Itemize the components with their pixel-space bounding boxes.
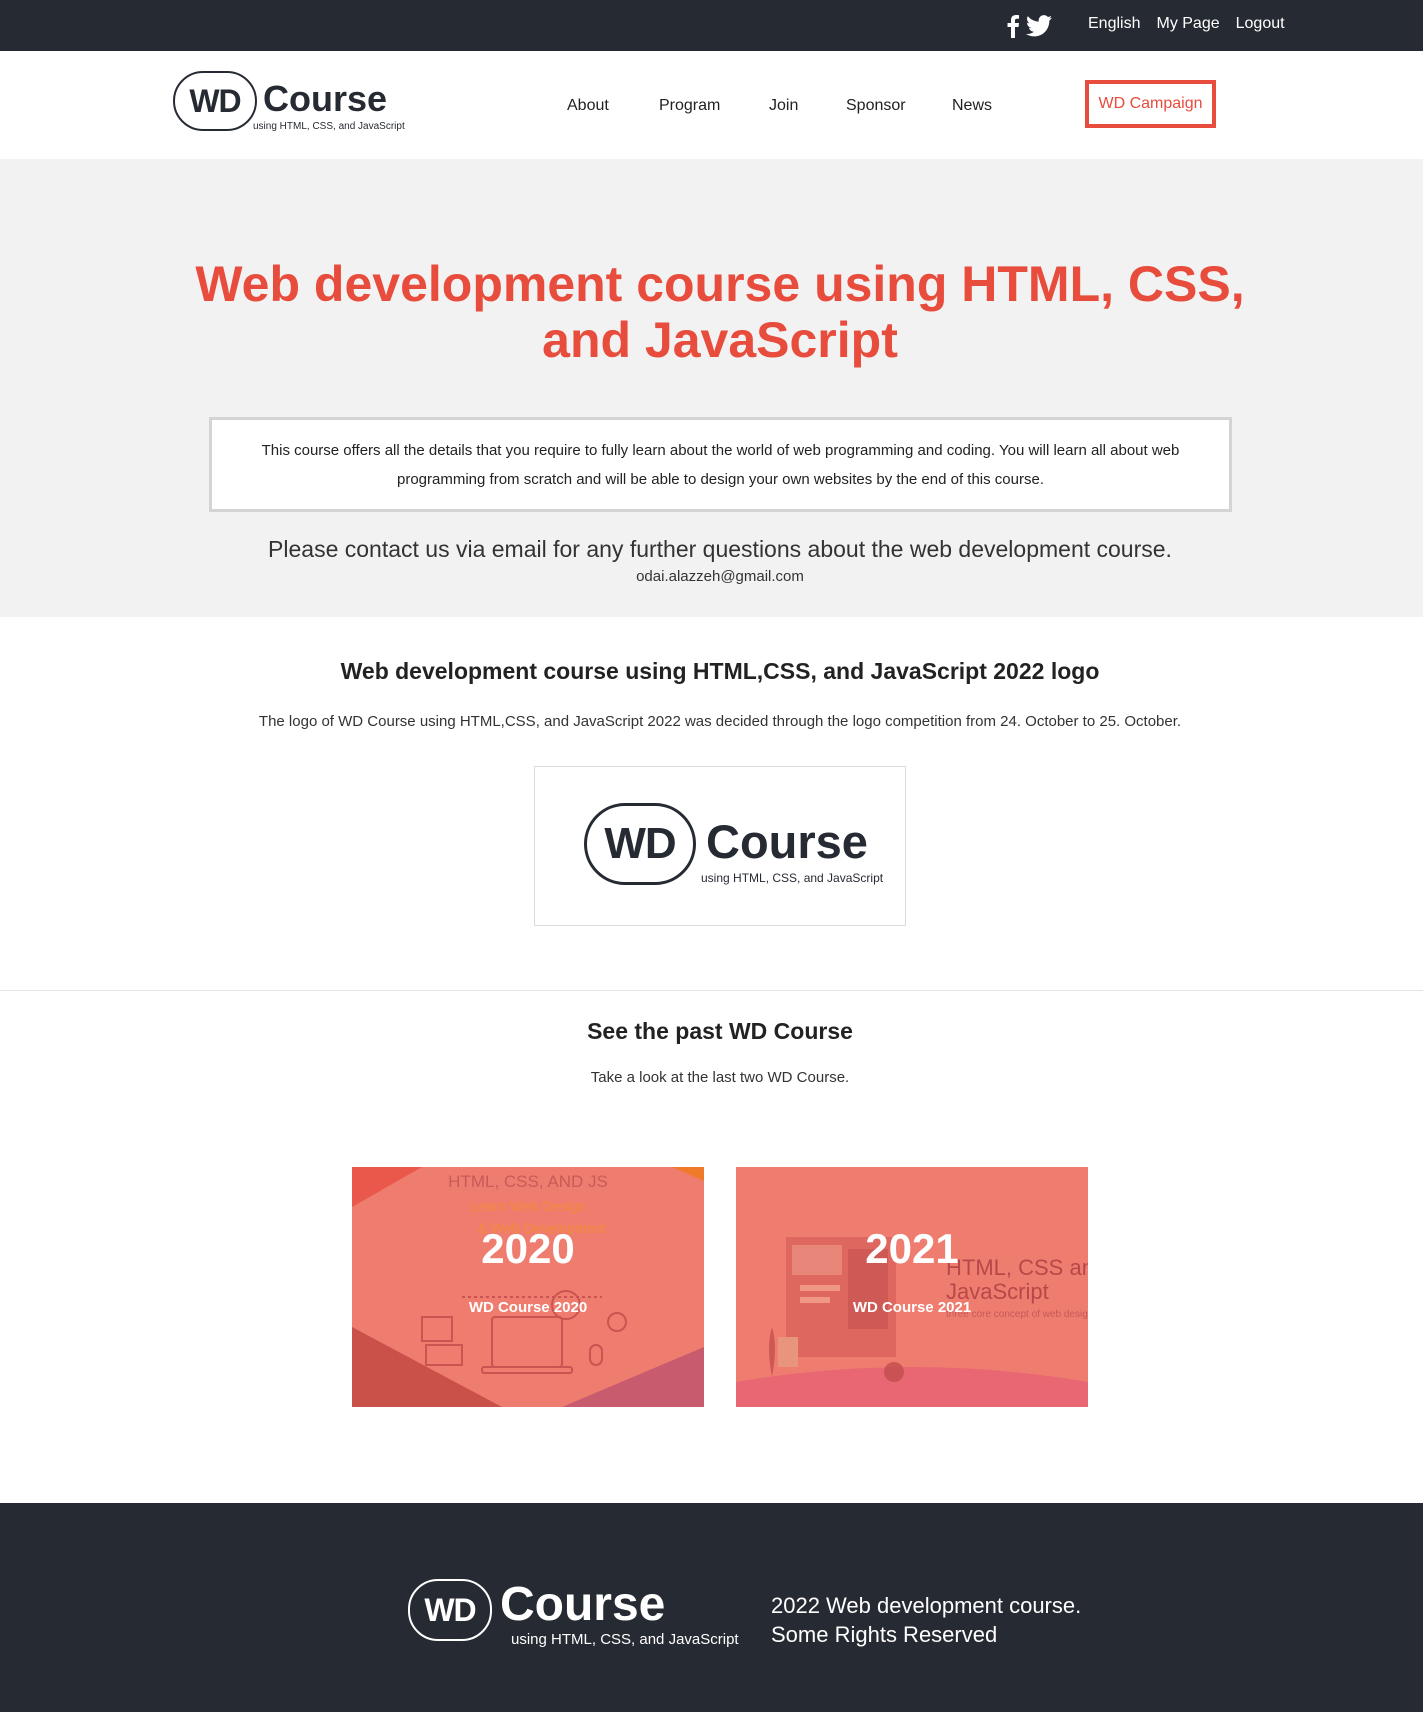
logo-section: Web development course using HTML,CSS, a… (0, 617, 1423, 991)
site-header: WD Course using HTML, CSS, and JavaScrip… (0, 51, 1423, 159)
logo-tagline: using HTML, CSS, and JavaScript (701, 871, 884, 885)
my-page-link[interactable]: My Page (1156, 15, 1219, 33)
top-links: English My Page Logout (1088, 15, 1285, 33)
site-footer: WD Course using HTML, CSS, and JavaScrip… (0, 1503, 1423, 1712)
logo-showcase: WD Course using HTML, CSS, and JavaScrip… (534, 766, 906, 926)
past-section-title: See the past WD Course (587, 1018, 853, 1044)
main-nav: About Program Join Sponsor News (567, 97, 1012, 115)
language-link[interactable]: English (1088, 15, 1140, 33)
nav-news[interactable]: News (952, 97, 1012, 115)
header-logo[interactable]: WD Course using HTML, CSS, and JavaScrip… (173, 71, 405, 132)
past-courses-section: See the past WD Course Take a look at th… (0, 991, 1423, 1503)
contact-text: Please contact us via email for any furt… (268, 536, 1172, 562)
card-year: 2021 (865, 1225, 959, 1272)
logo-tagline: using HTML, CSS, and JavaScript (511, 1631, 739, 1648)
social-links (1006, 14, 1052, 38)
course-description: This course offers all the details that … (209, 417, 1232, 512)
rights-line-1: 2022 Web development course. (771, 1593, 1082, 1618)
twitter-icon[interactable] (1026, 15, 1052, 37)
logo-tagline: using HTML, CSS, and JavaScript (253, 121, 405, 132)
hero-section: Web development course using HTML, CSS, … (0, 159, 1423, 617)
logo-word: Course (706, 815, 868, 868)
facebook-icon[interactable] (1006, 14, 1020, 38)
logo-mark: WD (584, 803, 696, 885)
card-art-line: HTML, CSS, AND JS (448, 1172, 608, 1191)
nav-program[interactable]: Program (659, 97, 769, 115)
course-2021-illustration: HTML, CSS and JavaScript three core conc… (736, 1237, 1088, 1407)
logo-section-title: Web development course using HTML,CSS, a… (340, 658, 1100, 684)
nav-join[interactable]: Join (769, 97, 846, 115)
contact-email[interactable]: odai.alazzeh@gmail.com (0, 568, 1423, 585)
rights-line-2: Some Rights Reserved (771, 1622, 998, 1647)
logout-link[interactable]: Logout (1236, 15, 1285, 33)
logo-word: Course (500, 1578, 666, 1631)
course-2020-illustration: HTML, CSS, AND JS Learn Web Design & Web… (352, 1167, 704, 1407)
nav-sponsor[interactable]: Sponsor (846, 97, 952, 115)
course-card-2020[interactable]: HTML, CSS, AND JS Learn Web Design & Web… (352, 1167, 704, 1407)
logo-mark: WD (173, 71, 257, 131)
footer-logo: WD Course using HTML, CSS, and JavaScrip… (408, 1578, 739, 1648)
logo-mark: WD (408, 1579, 492, 1641)
footer-rights: 2022 Web development course. Some Rights… (771, 1591, 1081, 1649)
course-card-2021[interactable]: HTML, CSS and JavaScript three core conc… (736, 1167, 1088, 1407)
hero-title-line2: and JavaScript (542, 312, 898, 368)
card-art-line: Learn Web Design (470, 1198, 586, 1214)
showcase-logo: WD Course using HTML, CSS, and JavaScrip… (584, 803, 883, 885)
past-section-text: Take a look at the last two WD Course. (590, 1069, 850, 1086)
card-name: WD Course 2020 (468, 1299, 588, 1316)
logo-word: Course (263, 78, 388, 119)
hero-title: Web development course using HTML, CSS, … (0, 256, 1423, 368)
card-year: 2020 (481, 1225, 575, 1272)
top-bar: English My Page Logout (0, 0, 1423, 51)
hero-title-line1: Web development course using HTML, CSS, (195, 256, 1245, 312)
card-name: WD Course 2021 (852, 1299, 972, 1316)
nav-about[interactable]: About (567, 97, 659, 115)
campaign-button[interactable]: WD Campaign (1085, 80, 1216, 128)
logo-section-text: The logo of WD Course using HTML,CSS, an… (258, 713, 1182, 730)
